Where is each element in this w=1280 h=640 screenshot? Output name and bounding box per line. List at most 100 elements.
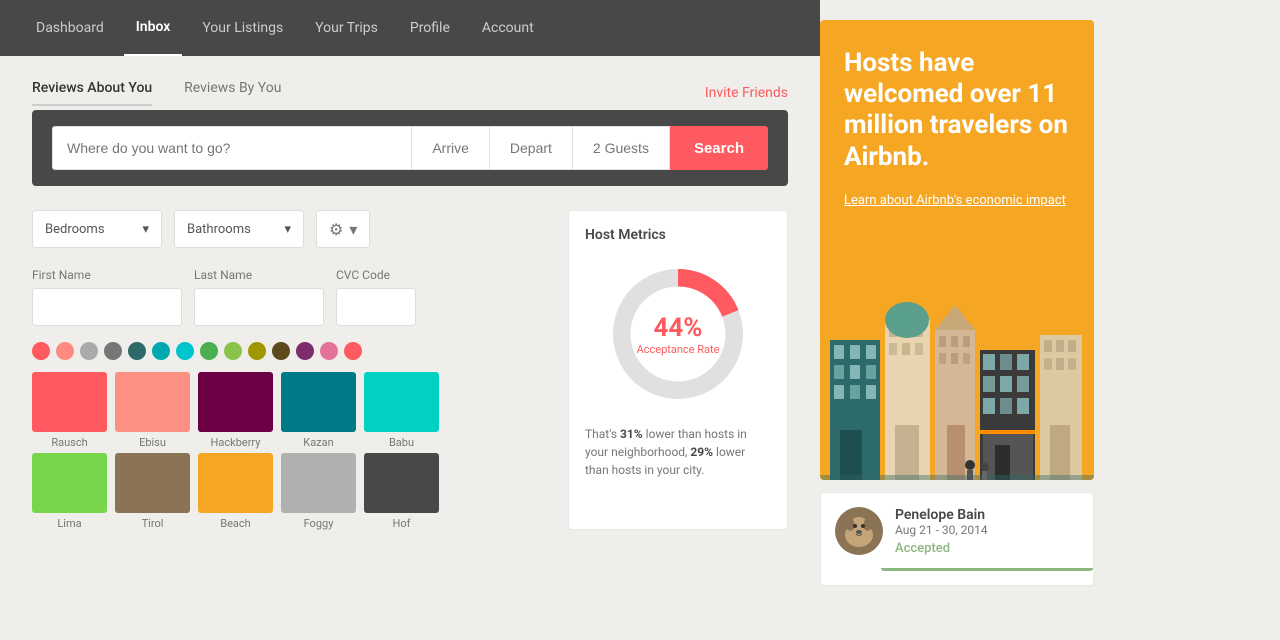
first-name-label: First Name (32, 268, 182, 282)
swatch-item: Foggy (281, 453, 356, 530)
review-status: Accepted (895, 541, 1079, 556)
last-name-input[interactable] (194, 288, 324, 326)
host-metrics-card: Host Metrics 44% Acceptance Rate That's … (568, 210, 788, 530)
swatch-label: Tirol (142, 517, 164, 530)
bottom-section: Bedrooms ▾ Bathrooms ▾ ⚙ ▾ First N (32, 210, 788, 530)
swatch-item: Lima (32, 453, 107, 530)
invite-friends-link[interactable]: Invite Friends (705, 85, 788, 101)
last-name-label: Last Name (194, 268, 324, 282)
ad-link[interactable]: Learn about Airbnb's economic impact (844, 193, 1066, 208)
swatch-item: Rausch (32, 372, 107, 449)
dropdowns-row: Bedrooms ▾ Bathrooms ▾ ⚙ ▾ (32, 210, 544, 248)
color-swatch[interactable] (198, 372, 273, 432)
swatch-item: Ebisu (115, 372, 190, 449)
nav-item-account[interactable]: Account (470, 0, 546, 56)
left-panel: Bedrooms ▾ Bathrooms ▾ ⚙ ▾ First N (32, 210, 544, 530)
tabs: Reviews About You Reviews By You (32, 80, 281, 106)
color-dot[interactable] (104, 342, 122, 360)
review-info: Penelope Bain Aug 21 - 30, 2014 Accepted (895, 507, 1079, 571)
cvc-input[interactable] (336, 288, 416, 326)
color-swatch[interactable] (32, 453, 107, 513)
color-swatch[interactable] (115, 453, 190, 513)
color-dot[interactable] (128, 342, 146, 360)
arrive-button[interactable]: Arrive (412, 126, 490, 170)
stat2: 29% (690, 445, 713, 459)
swatch-label: Hof (393, 517, 411, 530)
swatch-label: Ebisu (139, 436, 166, 449)
ad-card: Hosts have welcomed over 11 million trav… (820, 20, 1094, 480)
bathrooms-dropdown[interactable]: Bathrooms ▾ (174, 210, 304, 248)
color-dot[interactable] (176, 342, 194, 360)
last-name-group: Last Name (194, 268, 324, 326)
search-bar: Arrive Depart 2 Guests Search (32, 110, 788, 186)
search-input[interactable] (52, 126, 412, 170)
bedrooms-dropdown[interactable]: Bedrooms ▾ (32, 210, 162, 248)
color-dot[interactable] (296, 342, 314, 360)
guests-button[interactable]: 2 Guests (573, 126, 670, 170)
nav-item-trips[interactable]: Your Trips (303, 0, 390, 56)
tab-reviews-about-you[interactable]: Reviews About You (32, 80, 152, 106)
tab-reviews-by-you[interactable]: Reviews By You (184, 80, 281, 106)
color-swatch[interactable] (115, 372, 190, 432)
swatch-label: Beach (220, 517, 251, 530)
color-dot[interactable] (344, 342, 362, 360)
nav-bar: Dashboard Inbox Your Listings Your Trips… (0, 0, 820, 56)
color-swatch[interactable] (281, 453, 356, 513)
buildings-illustration (820, 260, 1094, 480)
avatar (835, 507, 883, 555)
nav-item-listings[interactable]: Your Listings (190, 0, 295, 56)
color-dot[interactable] (224, 342, 242, 360)
ad-title: Hosts have welcomed over 11 million trav… (844, 48, 1070, 173)
metrics-description: That's 31% lower than hosts in your neig… (585, 425, 771, 479)
swatch-item: Tirol (115, 453, 190, 530)
color-swatch[interactable] (32, 372, 107, 432)
search-button[interactable]: Search (670, 126, 768, 170)
donut-chart: 44% Acceptance Rate (585, 259, 771, 409)
stat1: 31% (620, 427, 643, 441)
swatch-item: Babu (364, 372, 439, 449)
color-dot[interactable] (272, 342, 290, 360)
color-dot[interactable] (320, 342, 338, 360)
swatch-label: Rausch (51, 436, 87, 449)
swatches-row-2: Lima Tirol Beach Foggy Hof (32, 453, 544, 530)
first-name-input[interactable] (32, 288, 182, 326)
swatch-label: Babu (389, 436, 414, 449)
swatch-label: Foggy (304, 517, 334, 530)
review-card: Penelope Bain Aug 21 - 30, 2014 Accepted (820, 492, 1094, 586)
cvc-group: CVC Code (336, 268, 416, 326)
metrics-title: Host Metrics (585, 227, 771, 243)
swatch-label: Hackberry (211, 436, 261, 449)
color-swatch[interactable] (364, 372, 439, 432)
nav-item-dashboard[interactable]: Dashboard (24, 0, 116, 56)
swatch-item: Beach (198, 453, 273, 530)
green-bar (881, 568, 1093, 571)
color-dot[interactable] (200, 342, 218, 360)
nav-item-profile[interactable]: Profile (398, 0, 462, 56)
cvc-label: CVC Code (336, 268, 416, 282)
depart-button[interactable]: Depart (490, 126, 573, 170)
right-panel: Hosts have welcomed over 11 million trav… (820, 0, 1110, 640)
swatch-label: Lima (57, 517, 81, 530)
swatch-item: Hackberry (198, 372, 273, 449)
color-swatch[interactable] (198, 453, 273, 513)
color-dot[interactable] (80, 342, 98, 360)
reviewer-name: Penelope Bain (895, 507, 1079, 523)
swatch-item: Kazan (281, 372, 356, 449)
color-swatch[interactable] (281, 372, 356, 432)
color-dot[interactable] (152, 342, 170, 360)
first-name-group: First Name (32, 268, 182, 326)
color-dot[interactable] (32, 342, 50, 360)
settings-button[interactable]: ⚙ ▾ (316, 210, 370, 248)
color-dot[interactable] (56, 342, 74, 360)
nav-item-inbox[interactable]: Inbox (124, 0, 183, 56)
review-date: Aug 21 - 30, 2014 (895, 523, 1079, 537)
acceptance-percent: 44% (637, 313, 720, 343)
swatch-label: Kazan (303, 436, 333, 449)
color-swatch[interactable] (364, 453, 439, 513)
swatches-row-1: Rausch Ebisu Hackberry Kazan Babu (32, 372, 544, 449)
form-row: First Name Last Name CVC Code (32, 268, 544, 326)
tabs-row: Reviews About You Reviews By You Invite … (32, 80, 788, 106)
content-area: Reviews About You Reviews By You Invite … (0, 56, 820, 640)
color-dot[interactable] (248, 342, 266, 360)
color-swatches: Rausch Ebisu Hackberry Kazan Babu Lima T… (32, 372, 544, 530)
